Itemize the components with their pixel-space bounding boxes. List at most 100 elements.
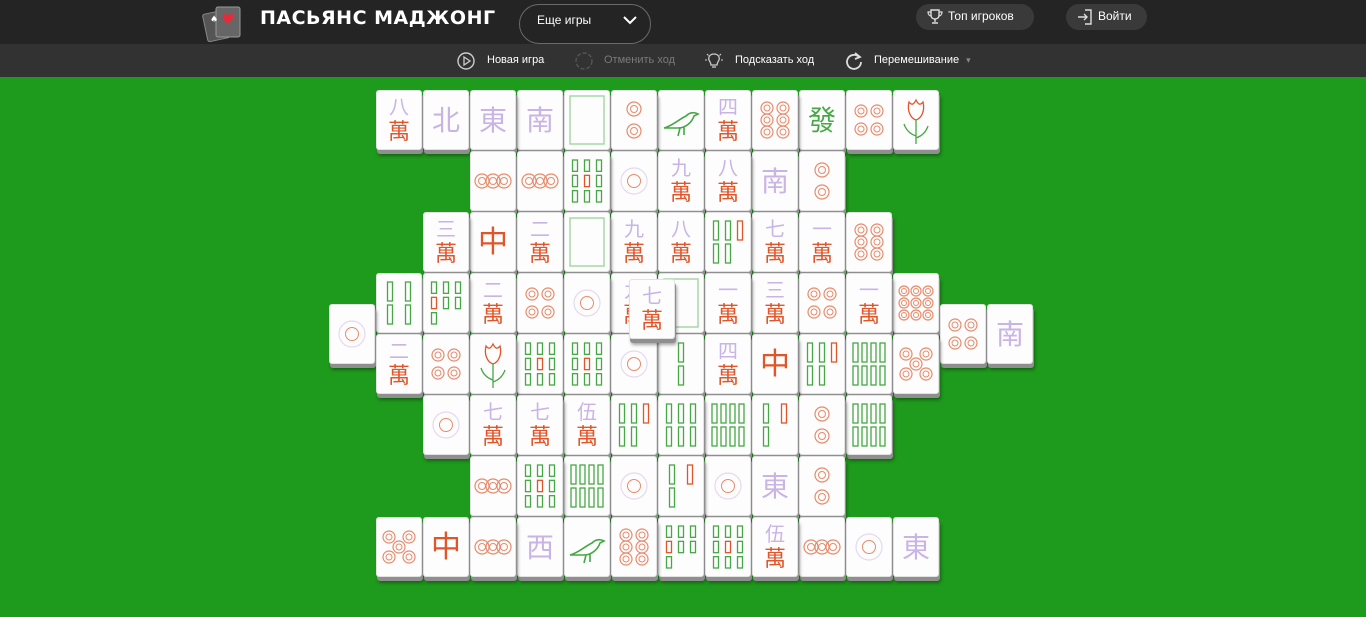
mahjong-tile[interactable] <box>470 334 516 394</box>
mahjong-tile[interactable] <box>470 151 516 211</box>
mahjong-tile[interactable] <box>611 90 657 150</box>
mahjong-tile[interactable] <box>705 395 751 455</box>
mahjong-tile[interactable] <box>329 303 375 364</box>
mahjong-tile[interactable] <box>470 456 516 516</box>
mahjong-tile[interactable] <box>564 334 610 394</box>
mahjong-tile[interactable] <box>893 90 939 150</box>
mahjong-tile[interactable] <box>799 395 845 455</box>
mahjong-tile[interactable] <box>893 334 939 394</box>
mahjong-tile[interactable]: 南 <box>517 90 563 150</box>
mahjong-tile[interactable] <box>564 151 610 211</box>
svg-text:萬: 萬 <box>858 303 880 328</box>
mahjong-tile[interactable] <box>940 303 986 364</box>
mahjong-tile[interactable] <box>423 273 469 333</box>
mahjong-tile[interactable]: 七萬 <box>752 212 798 272</box>
mahjong-tile[interactable]: 中 <box>752 334 798 394</box>
mahjong-tile[interactable]: 北 <box>423 90 469 150</box>
login-button[interactable]: Войти <box>1066 4 1147 30</box>
mahjong-tile[interactable] <box>799 334 845 394</box>
mahjong-tile[interactable]: 東 <box>893 517 939 577</box>
mahjong-tile[interactable]: 南 <box>987 303 1033 364</box>
mahjong-tile[interactable] <box>423 395 469 455</box>
mahjong-tile[interactable]: 三萬 <box>423 212 469 272</box>
mahjong-tile[interactable] <box>705 212 751 272</box>
mahjong-tile[interactable] <box>658 334 704 394</box>
mahjong-tile[interactable]: 一萬 <box>799 212 845 272</box>
mahjong-tile[interactable] <box>564 90 610 150</box>
mahjong-tile[interactable] <box>517 273 563 333</box>
mahjong-tile[interactable]: 一萬 <box>705 273 751 333</box>
mahjong-tile[interactable] <box>658 456 704 516</box>
mahjong-tile[interactable]: 一萬 <box>846 273 892 333</box>
mahjong-tile[interactable] <box>846 212 892 272</box>
mahjong-tile[interactable]: 二萬 <box>470 273 516 333</box>
mahjong-tile[interactable] <box>705 456 751 516</box>
mahjong-tile[interactable] <box>564 517 610 577</box>
mahjong-tile[interactable] <box>846 517 892 577</box>
mahjong-tile[interactable] <box>799 273 845 333</box>
mahjong-tile[interactable] <box>564 212 610 272</box>
mahjong-tile[interactable] <box>611 151 657 211</box>
mahjong-tile[interactable]: 東 <box>470 90 516 150</box>
more-games-dropdown[interactable]: Еще игры <box>519 4 651 44</box>
new-game-button[interactable]: Новая игра <box>456 47 544 75</box>
shuffle-dropdown-icon[interactable]: ▾ <box>966 55 971 65</box>
svg-text:萬: 萬 <box>670 242 692 267</box>
tile-symbol-icon: 二萬 <box>482 278 504 328</box>
mahjong-tile[interactable] <box>517 334 563 394</box>
mahjong-tile[interactable]: 伍萬 <box>564 395 610 455</box>
mahjong-tile[interactable] <box>846 334 892 394</box>
mahjong-tile[interactable] <box>893 273 939 333</box>
tile-symbol-icon <box>814 162 830 200</box>
mahjong-tile[interactable]: 發 <box>799 90 845 150</box>
mahjong-tile[interactable]: 伍萬 <box>752 517 798 577</box>
mahjong-tile[interactable]: 八萬 <box>658 212 704 272</box>
mahjong-tile[interactable] <box>846 395 892 455</box>
mahjong-tile[interactable]: 東 <box>752 456 798 516</box>
mahjong-tile[interactable] <box>470 517 516 577</box>
mahjong-tile[interactable] <box>564 273 610 333</box>
mahjong-tile[interactable] <box>658 90 704 150</box>
mahjong-tile[interactable] <box>752 395 798 455</box>
mahjong-tile[interactable]: 七萬 <box>517 395 563 455</box>
mahjong-tile[interactable] <box>658 395 704 455</box>
mahjong-tile[interactable] <box>799 456 845 516</box>
mahjong-tile[interactable]: 三萬 <box>752 273 798 333</box>
mahjong-tile[interactable] <box>799 517 845 577</box>
top-players-button[interactable]: Топ игроков <box>916 4 1034 30</box>
mahjong-tile[interactable]: 九萬 <box>611 212 657 272</box>
mahjong-tile[interactable]: 二萬 <box>517 212 563 272</box>
tile-symbol-icon <box>569 95 605 145</box>
mahjong-tile[interactable] <box>611 395 657 455</box>
mahjong-tile[interactable]: 八萬 <box>705 151 751 211</box>
shuffle-button[interactable]: Перемешивание ▾ <box>844 47 971 75</box>
mahjong-tile[interactable] <box>564 456 610 516</box>
mahjong-tile[interactable] <box>799 151 845 211</box>
mahjong-tile[interactable]: 二萬 <box>376 334 422 394</box>
logo-icon[interactable]: ♠ <box>202 4 246 43</box>
mahjong-tile[interactable] <box>517 456 563 516</box>
mahjong-tile[interactable]: 西 <box>517 517 563 577</box>
mahjong-tile[interactable]: 七萬 <box>628 279 675 340</box>
mahjong-tile[interactable] <box>752 90 798 150</box>
mahjong-tile[interactable]: 南 <box>752 151 798 211</box>
mahjong-tile[interactable] <box>846 90 892 150</box>
mahjong-tile[interactable]: 四萬 <box>705 334 751 394</box>
mahjong-tile[interactable] <box>376 273 422 333</box>
mahjong-tile[interactable] <box>376 517 422 577</box>
mahjong-tile[interactable] <box>423 334 469 394</box>
mahjong-tile[interactable] <box>517 151 563 211</box>
hint-button[interactable]: Подсказать ход <box>704 47 814 75</box>
mahjong-tile[interactable]: 八萬 <box>376 90 422 150</box>
mahjong-tile[interactable] <box>658 517 704 577</box>
mahjong-tile[interactable]: 中 <box>423 517 469 577</box>
mahjong-tile[interactable] <box>705 517 751 577</box>
undo-button[interactable]: Отменить ход <box>574 47 675 75</box>
mahjong-tile[interactable]: 七萬 <box>470 395 516 455</box>
mahjong-tile[interactable] <box>611 456 657 516</box>
mahjong-tile[interactable]: 四萬 <box>705 90 751 150</box>
mahjong-tile[interactable] <box>611 334 657 394</box>
mahjong-tile[interactable] <box>611 517 657 577</box>
mahjong-tile[interactable]: 九萬 <box>658 151 704 211</box>
mahjong-tile[interactable]: 中 <box>470 212 516 272</box>
